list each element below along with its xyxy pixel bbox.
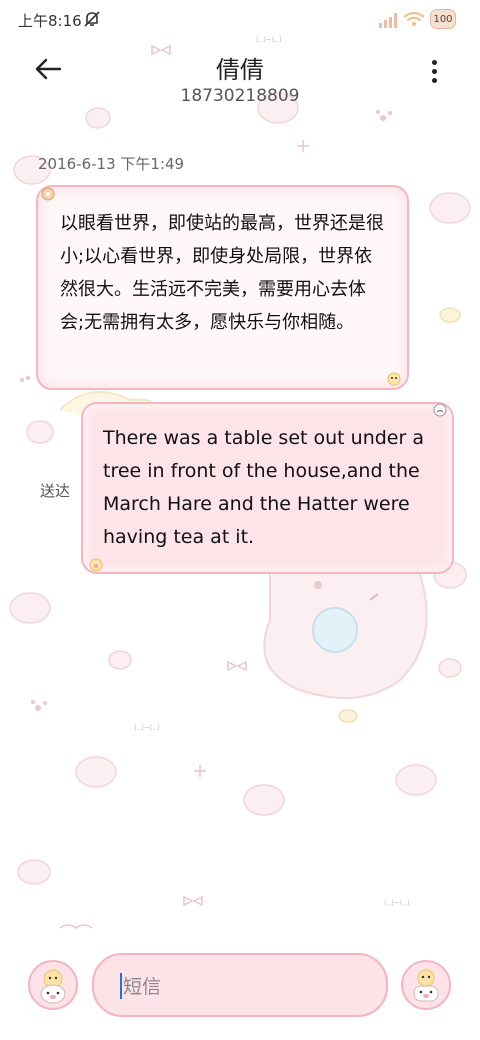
svg-text:(..)~(..): (..)~(..) [134,724,160,732]
svg-text:(..)~(..): (..)~(..) [384,899,410,907]
donut-sticker-icon [41,187,55,201]
bear-face-sticker-icon [433,403,447,417]
sent-status: 送达 [40,482,71,500]
bear-avatar-icon [40,969,66,1004]
status-time: 上午8:16 [18,12,82,30]
chick-sticker-icon [387,372,401,386]
conversation-header: 倩倩 18730218809 [0,40,480,120]
more-options-button[interactable] [420,54,448,88]
message-input[interactable]: 短信 [92,953,388,1017]
signal-icon [379,13,397,28]
sent-message-bubble[interactable]: There was a table set out under a tree i… [81,402,454,574]
status-bar: 上午8:16 100 [0,0,480,40]
received-message-bubble[interactable]: 以眼看世界，即使站的最高，世界还是很小;以心看世界，即使身处局限，世界依然很大。… [36,185,409,390]
more-vertical-icon [431,59,437,65]
sent-message-text: There was a table set out under a tree i… [103,427,424,548]
bear-sticker-icon [89,558,103,572]
contact-number: 18730218809 [180,86,300,106]
wifi-icon [403,11,425,27]
text-caret [120,973,122,999]
message-timestamp: 2016-6-13 下午1:49 [38,155,185,173]
contact-name: 倩倩 [216,56,264,84]
received-message-text: 以眼看世界，即使站的最高，世界还是很小;以心看世界，即使身处局限，世界依然很大。… [60,213,384,333]
attach-button[interactable] [28,960,78,1010]
send-button[interactable] [401,960,451,1010]
battery-icon: 100 [430,9,456,29]
message-input-placeholder: 短信 [123,976,162,998]
bear-send-icon [413,969,439,1002]
bell-mute-icon [84,11,100,27]
